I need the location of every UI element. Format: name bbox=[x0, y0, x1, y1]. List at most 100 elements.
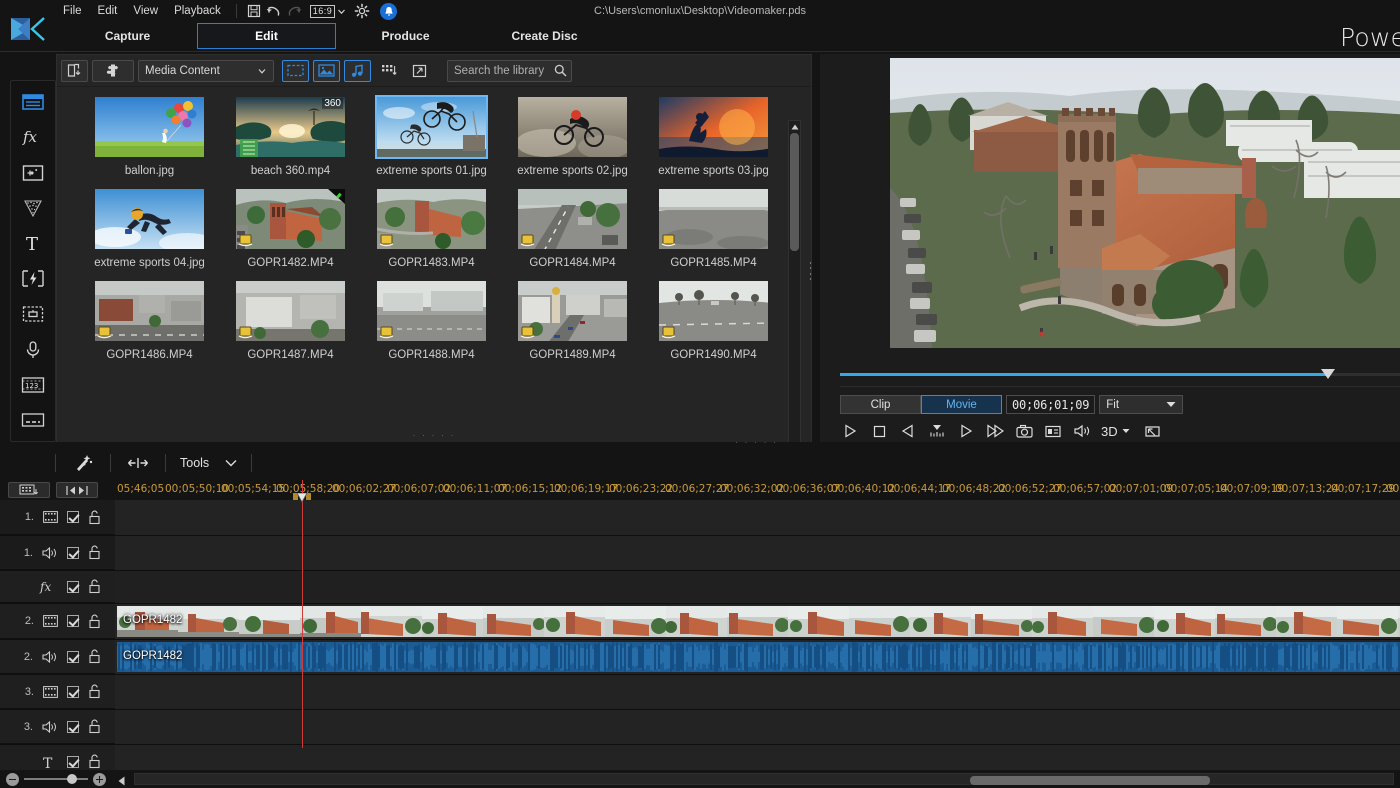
list-item[interactable]: GOPR1484.MP4 bbox=[502, 187, 643, 269]
import-media-icon[interactable] bbox=[61, 59, 88, 82]
list-item[interactable]: extreme sports 01.jpg bbox=[361, 95, 502, 177]
list-item[interactable]: GOPR1487.MP4 bbox=[220, 279, 361, 361]
playhead-handle[interactable] bbox=[293, 491, 311, 503]
thumbnail[interactable] bbox=[93, 95, 206, 159]
thumbnail[interactable] bbox=[375, 279, 488, 343]
list-item[interactable]: GOPR1489.MP4 bbox=[502, 279, 643, 361]
three-d-button[interactable]: 3D bbox=[1101, 424, 1130, 439]
sidebar-item-chapter-room[interactable]: 123 bbox=[18, 370, 48, 399]
track-enable-checkbox[interactable] bbox=[67, 580, 79, 593]
undo-icon[interactable] bbox=[264, 2, 284, 20]
sidebar-item-effect-room[interactable]: fx bbox=[18, 122, 48, 151]
list-item[interactable]: GOPR1490.MP4 bbox=[643, 279, 784, 361]
track-header-video-2[interactable]: 2. bbox=[0, 604, 115, 639]
movie-mode-button[interactable]: Movie bbox=[921, 395, 1002, 414]
preferences-gear-icon[interactable] bbox=[352, 2, 372, 20]
video-filter-icon[interactable] bbox=[282, 59, 309, 82]
track-lane-video-3[interactable] bbox=[115, 675, 1400, 709]
notification-bell-icon[interactable] bbox=[380, 2, 398, 20]
preview-stage[interactable] bbox=[890, 58, 1400, 348]
scrubber-handle[interactable] bbox=[1321, 369, 1335, 379]
track-header-video-1[interactable]: 1. bbox=[0, 500, 115, 535]
video-clip-gopr1482[interactable]: GOPR1482 bbox=[117, 606, 1400, 637]
previous-frame-button[interactable] bbox=[898, 422, 918, 440]
sidebar-item-subtitle-room[interactable] bbox=[18, 406, 48, 435]
track-lane-audio-1[interactable] bbox=[115, 536, 1400, 570]
track-lane-audio-2[interactable]: GOPR1482 bbox=[115, 640, 1400, 674]
thumbnail[interactable] bbox=[93, 279, 206, 343]
track-enable-checkbox[interactable] bbox=[67, 685, 79, 698]
track-header-fx[interactable]: fx bbox=[0, 571, 115, 603]
aspect-ratio-dropdown[interactable]: 16:9 bbox=[309, 4, 347, 18]
track-header-audio-3[interactable]: 3. bbox=[0, 710, 115, 744]
tab-produce[interactable]: Produce bbox=[336, 23, 475, 49]
plugin-puzzle-icon[interactable] bbox=[92, 59, 134, 82]
panel-resize-dots[interactable]: · · · · · bbox=[413, 430, 456, 440]
step-marker-button[interactable] bbox=[927, 422, 947, 440]
tab-capture[interactable]: Capture bbox=[58, 23, 197, 49]
list-item[interactable]: GOPR1485.MP4 bbox=[643, 187, 784, 269]
zoom-slider[interactable] bbox=[24, 774, 88, 784]
list-item[interactable]: extreme sports 03.jpg bbox=[643, 95, 784, 177]
track-header-audio-1[interactable]: 1. bbox=[0, 536, 115, 570]
sidebar-item-title-room[interactable]: T bbox=[18, 229, 48, 258]
playback-list-button[interactable] bbox=[1043, 422, 1063, 440]
preview-timecode[interactable]: 00;06;01;09 bbox=[1006, 395, 1096, 414]
save-icon[interactable] bbox=[244, 2, 264, 20]
track-manager-button[interactable] bbox=[8, 482, 50, 498]
grid-sort-icon[interactable] bbox=[375, 60, 402, 82]
menu-edit[interactable]: Edit bbox=[90, 2, 126, 20]
sidebar-item-pip-objects-room[interactable] bbox=[18, 158, 48, 187]
next-frame-button[interactable] bbox=[956, 422, 976, 440]
preview-scrubber[interactable] bbox=[840, 368, 1400, 382]
thumbnail[interactable]: 360 bbox=[234, 95, 347, 159]
sidebar-item-transition-room[interactable] bbox=[18, 264, 48, 293]
scroll-left-arrow-icon[interactable] bbox=[118, 773, 126, 788]
sidebar-item-voice-over-room[interactable] bbox=[18, 335, 48, 364]
track-lane-video-1[interactable] bbox=[115, 500, 1400, 535]
track-enable-checkbox[interactable] bbox=[67, 511, 79, 523]
track-header-audio-2[interactable]: 2. bbox=[0, 640, 115, 674]
volume-speaker-button[interactable] bbox=[1072, 422, 1092, 440]
thumbnail[interactable] bbox=[234, 187, 347, 251]
audio-note-icon[interactable] bbox=[344, 59, 371, 82]
menu-view[interactable]: View bbox=[125, 2, 166, 20]
thumbnail[interactable] bbox=[375, 187, 488, 251]
sidebar-item-audio-mixing-room[interactable] bbox=[18, 299, 48, 328]
track-lane-audio-3[interactable] bbox=[115, 710, 1400, 744]
snapshot-camera-button[interactable] bbox=[1014, 422, 1034, 440]
scrollbar-thumb[interactable] bbox=[790, 133, 799, 251]
track-header-video-3[interactable]: 3. bbox=[0, 675, 115, 709]
thumbnail[interactable] bbox=[657, 95, 770, 159]
magic-wand-icon[interactable] bbox=[70, 452, 96, 474]
library-vertical-scrollbar[interactable] bbox=[788, 120, 801, 442]
thumbnail[interactable] bbox=[93, 187, 206, 251]
list-item[interactable]: extreme sports 02.jpg bbox=[502, 95, 643, 177]
clip-mode-button[interactable]: Clip bbox=[840, 395, 921, 414]
undock-preview-button[interactable] bbox=[1143, 422, 1163, 440]
thumbnail[interactable] bbox=[657, 279, 770, 343]
thumbnail-selected[interactable] bbox=[375, 95, 488, 159]
track-enable-checkbox[interactable] bbox=[67, 755, 79, 768]
fast-forward-button[interactable] bbox=[985, 422, 1005, 440]
list-item[interactable]: GOPR1488.MP4 bbox=[361, 279, 502, 361]
stop-button[interactable] bbox=[869, 422, 889, 440]
fit-timeline-icon[interactable] bbox=[125, 452, 151, 474]
search-input[interactable] bbox=[454, 64, 550, 77]
scroll-up-arrow-icon[interactable] bbox=[789, 121, 800, 132]
timeline-horizontal-scrollbar[interactable] bbox=[118, 772, 1396, 786]
expand-arrow-icon[interactable] bbox=[406, 60, 433, 82]
hscroll-track[interactable] bbox=[134, 773, 1394, 785]
sidebar-item-particle-room[interactable] bbox=[18, 193, 48, 222]
search-box[interactable] bbox=[447, 59, 572, 82]
zoom-out-button[interactable] bbox=[6, 772, 19, 786]
list-item[interactable]: GOPR1482.MP4 bbox=[220, 187, 361, 269]
play-button[interactable] bbox=[840, 422, 860, 440]
zoom-in-button[interactable] bbox=[93, 772, 106, 786]
tools-dropdown[interactable]: Tools bbox=[180, 456, 237, 470]
list-item[interactable]: ballon.jpg bbox=[79, 95, 220, 177]
list-item[interactable]: extreme sports 04.jpg bbox=[79, 187, 220, 269]
track-enable-checkbox[interactable] bbox=[67, 615, 79, 627]
track-enable-checkbox[interactable] bbox=[67, 720, 79, 733]
tab-create-disc[interactable]: Create Disc bbox=[475, 23, 614, 49]
